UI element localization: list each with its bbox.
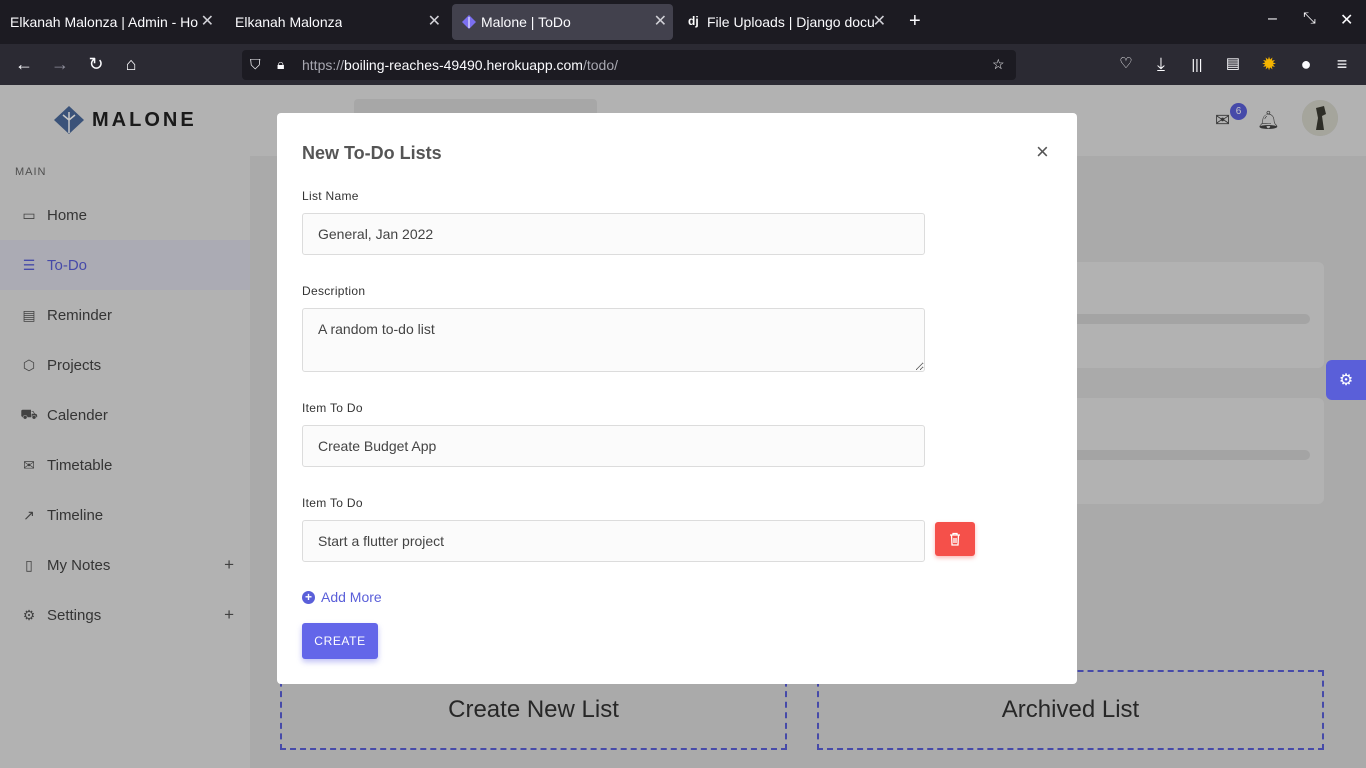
list-name-label: List Name bbox=[302, 189, 359, 203]
item-input[interactable] bbox=[302, 520, 925, 562]
shield-icon[interactable]: ⛉ bbox=[250, 56, 268, 74]
forward-arrow-icon[interactable]: → bbox=[48, 53, 72, 77]
delete-item-button[interactable] bbox=[935, 522, 975, 556]
tab-title: File Uploads | Django docu bbox=[707, 14, 875, 30]
lock-icon[interactable]: 🔒︎ bbox=[277, 56, 295, 74]
tab-title: Malone | ToDo bbox=[481, 14, 571, 30]
restore-icon[interactable]: ⤡ bbox=[1303, 10, 1316, 28]
item-label: Item To Do bbox=[302, 401, 363, 415]
download-icon[interactable]: ⤓ bbox=[1149, 53, 1173, 77]
close-icon[interactable]: ✕ bbox=[201, 4, 214, 40]
new-todo-list-modal: New To-Do Lists × List Name Description … bbox=[277, 113, 1077, 684]
close-icon[interactable]: × bbox=[1036, 139, 1049, 165]
browser-tab-profile[interactable]: Elkanah Malonza ✕ bbox=[225, 4, 447, 40]
create-button[interactable]: CREATE bbox=[302, 623, 378, 659]
tab-title: Elkanah Malonza | Admin - Ho bbox=[10, 14, 198, 30]
browser-nav-bar: ← → ↻ ⌂ ⛉ 🔒︎ https://boiling-reaches-494… bbox=[0, 44, 1366, 85]
sidebar-toggle-icon[interactable]: ▤ bbox=[1221, 53, 1245, 77]
url-bar[interactable]: ⛉ 🔒︎ https://boiling-reaches-49490.herok… bbox=[242, 50, 1016, 80]
add-more-label: Add More bbox=[321, 589, 382, 605]
extension-sun-icon[interactable]: ✹ bbox=[1257, 53, 1281, 77]
minimize-icon[interactable]: – bbox=[1268, 10, 1277, 28]
home-icon[interactable]: ⌂ bbox=[119, 53, 143, 77]
browser-tab-admin[interactable]: Elkanah Malonza | Admin - Ho ✕ bbox=[0, 4, 220, 40]
item-label: Item To Do bbox=[302, 496, 363, 510]
pocket-icon[interactable]: ♡ bbox=[1114, 53, 1138, 77]
trash-icon bbox=[950, 532, 960, 546]
browser-tab-bar: Elkanah Malonza | Admin - Ho ✕ Elkanah M… bbox=[0, 0, 1366, 44]
close-icon[interactable]: ✕ bbox=[654, 4, 667, 40]
malone-favicon-icon bbox=[462, 15, 476, 29]
url-host: boiling-reaches-49490.herokuapp.com bbox=[344, 57, 583, 73]
description-textarea[interactable]: A random to-do list bbox=[302, 308, 925, 372]
browser-tab-malone-todo[interactable]: Malone | ToDo ✕ bbox=[452, 4, 673, 40]
close-icon[interactable]: ✕ bbox=[873, 4, 886, 40]
reload-icon[interactable]: ↻ bbox=[84, 53, 108, 77]
list-name-input[interactable] bbox=[302, 213, 925, 255]
url-scheme: https:// bbox=[302, 57, 345, 73]
bookmark-star-icon[interactable]: ☆ bbox=[992, 56, 1010, 74]
modal-title: New To-Do Lists bbox=[302, 143, 442, 163]
item-input[interactable] bbox=[302, 425, 925, 467]
url-path: /todo/ bbox=[582, 57, 618, 73]
url-text[interactable]: https://boiling-reaches-49490.herokuapp.… bbox=[302, 57, 618, 73]
settings-gear-tab[interactable]: ⚙ bbox=[1326, 360, 1366, 400]
gear-icon: ⚙ bbox=[1338, 372, 1354, 389]
back-arrow-icon[interactable]: ← bbox=[12, 53, 36, 77]
browser-tab-django-docs[interactable]: dj File Uploads | Django docu ✕ bbox=[678, 4, 892, 40]
description-label: Description bbox=[302, 284, 366, 298]
tab-title: Elkanah Malonza bbox=[235, 14, 343, 30]
add-more-link[interactable]: + Add More bbox=[302, 589, 382, 605]
menu-hamburger-icon[interactable]: ≡ bbox=[1330, 53, 1354, 77]
django-favicon-icon: dj bbox=[688, 14, 699, 28]
new-tab-plus-icon[interactable]: + bbox=[909, 10, 921, 33]
extension-ball-icon[interactable]: ● bbox=[1294, 53, 1318, 77]
window-close-icon[interactable]: ✕ bbox=[1340, 10, 1353, 30]
library-icon[interactable]: ||| bbox=[1185, 53, 1209, 77]
close-icon[interactable]: ✕ bbox=[428, 4, 441, 40]
plus-circle-icon: + bbox=[302, 590, 315, 604]
